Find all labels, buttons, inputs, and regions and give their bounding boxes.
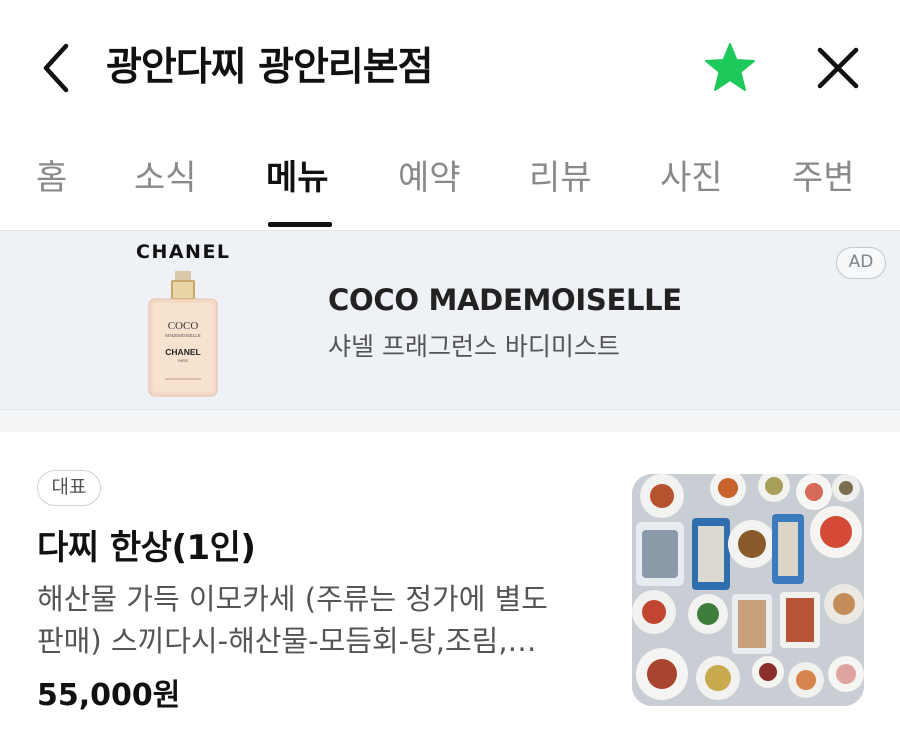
header: 광안다찌 광안리본점 bbox=[0, 0, 900, 135]
page-title: 광안다찌 광안리본점 bbox=[106, 45, 433, 90]
representative-badge: 대표 bbox=[37, 470, 101, 506]
tab-reviews[interactable]: 리뷰 bbox=[529, 153, 592, 203]
bottle-label-paris: PARIS bbox=[178, 359, 189, 363]
tab-bar: 홈 소식 메뉴 예약 리뷰 사진 주변 bbox=[0, 135, 900, 230]
tab-home[interactable]: 홈 bbox=[36, 153, 67, 203]
bottle-label-mademoiselle: MADEMOISELLE bbox=[165, 333, 201, 338]
bottle-label-chanel: CHANEL bbox=[165, 347, 200, 357]
star-icon bbox=[705, 43, 755, 91]
tab-reservation[interactable]: 예약 bbox=[398, 153, 461, 203]
favorite-button[interactable] bbox=[700, 40, 760, 96]
bottle-label-coco: COCO bbox=[168, 320, 199, 332]
ad-banner[interactable]: CHANEL COCO MADEMOISELLE CHANEL PARIS CO… bbox=[0, 230, 900, 410]
chevron-left-icon bbox=[43, 43, 69, 93]
active-tab-indicator bbox=[268, 222, 332, 227]
ad-subtitle: 샤넬 프래그런스 바디미스트 bbox=[328, 332, 620, 361]
menu-description-line-2: 판매) 스끼다시-해산물-모듬회-탕,조림,… bbox=[37, 624, 537, 658]
menu-item[interactable]: 대표 다찌 한상(1인) 해산물 가득 이모카세 (주류는 정가에 별도 판매)… bbox=[0, 432, 900, 742]
section-divider bbox=[0, 410, 900, 432]
menu-item-name: 다찌 한상(1인) bbox=[37, 528, 256, 568]
ad-badge: AD bbox=[836, 247, 886, 279]
tab-news[interactable]: 소식 bbox=[134, 153, 197, 203]
back-button[interactable] bbox=[36, 40, 80, 96]
tab-menu[interactable]: 메뉴 bbox=[266, 153, 329, 203]
close-button[interactable] bbox=[808, 40, 868, 96]
menu-item-description: 해산물 가득 이모카세 (주류는 정가에 별도 판매) 스끼다시-해산물-모듬회… bbox=[37, 578, 597, 662]
tab-photos[interactable]: 사진 bbox=[660, 153, 723, 203]
ad-title: COCO MADEMOISELLE bbox=[328, 283, 682, 317]
perfume-bottle-image: COCO MADEMOISELLE CHANEL PARIS bbox=[148, 271, 218, 397]
menu-item-price: 55,000원 bbox=[37, 678, 181, 713]
tab-nearby[interactable]: 주변 bbox=[792, 153, 855, 203]
ad-brand-logo: CHANEL bbox=[136, 241, 231, 263]
close-icon bbox=[817, 47, 859, 89]
menu-description-line-1: 해산물 가득 이모카세 (주류는 정가에 별도 bbox=[37, 582, 548, 616]
menu-item-photo[interactable] bbox=[632, 474, 864, 706]
seafood-platter-photo bbox=[632, 474, 864, 706]
